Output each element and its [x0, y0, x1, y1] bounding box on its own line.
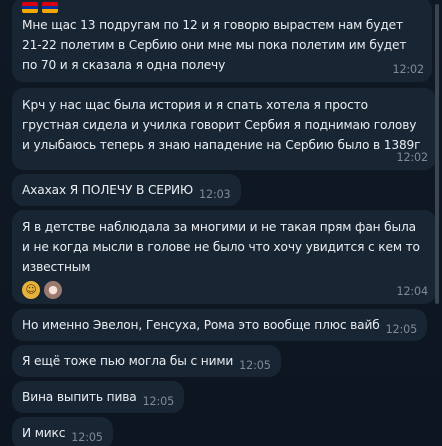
chat-window[interactable]: Мне щас 13 подругам по 12 и я говорю выр…: [0, 0, 442, 446]
message-time: 12:04: [396, 285, 429, 298]
message-time: 12:05: [385, 323, 418, 336]
message-bubble[interactable]: Вина выпить пива 12:05: [12, 381, 185, 413]
message-reactions: ☺ ●: [22, 281, 426, 299]
message-text: Крч у нас щас была история и я спать хот…: [22, 98, 421, 152]
message-bubble[interactable]: Я в детстве наблюдала за многими и не та…: [12, 210, 436, 304]
message-bubble[interactable]: Но именно Эвелон, Генсуха, Рома это вооб…: [12, 309, 428, 341]
emoji-flags: [22, 1, 422, 15]
message-bubble[interactable]: Я ещё тоже пью могла бы с ними 12:05: [12, 345, 281, 377]
avatar-reaction-icon[interactable]: ●: [44, 281, 62, 299]
hugging-face-reaction-icon[interactable]: ☺: [22, 281, 40, 299]
message-bubble[interactable]: Мне щас 13 подругам по 12 и я говорю выр…: [12, 0, 432, 82]
message-time: 12:05: [71, 431, 103, 444]
message-bubble[interactable]: Крч у нас щас была история и я спать хот…: [12, 88, 436, 170]
message-text: Я в детстве наблюдала за многими и не та…: [22, 220, 420, 274]
message-time: 12:05: [239, 359, 271, 372]
message-text: Ахахах Я ПОЛЕЧУ В СЕРИЮ: [22, 183, 194, 197]
message-text: И микс: [22, 426, 66, 440]
message-time: 12:02: [396, 151, 429, 164]
message-time: 12:03: [199, 188, 231, 201]
message-bubble[interactable]: Ахахах Я ПОЛЕЧУ В СЕРИЮ 12:03: [12, 174, 241, 206]
message-text: Но именно Эвелон, Генсуха, Рома это вооб…: [22, 318, 380, 332]
armenia-flag-icon: [22, 2, 38, 13]
message-bubble[interactable]: И микс 12:05: [12, 417, 113, 446]
scrollbar[interactable]: [435, 4, 439, 304]
message-text: Вина выпить пива: [22, 390, 137, 404]
message-time: 12:05: [142, 395, 175, 408]
message-text: Мне щас 13 подругам по 12 и я говорю выр…: [22, 18, 407, 72]
armenia-flag-icon: [42, 2, 58, 13]
message-text: Я ещё тоже пью могла бы с ними: [22, 354, 234, 368]
message-time: 12:02: [392, 63, 425, 76]
